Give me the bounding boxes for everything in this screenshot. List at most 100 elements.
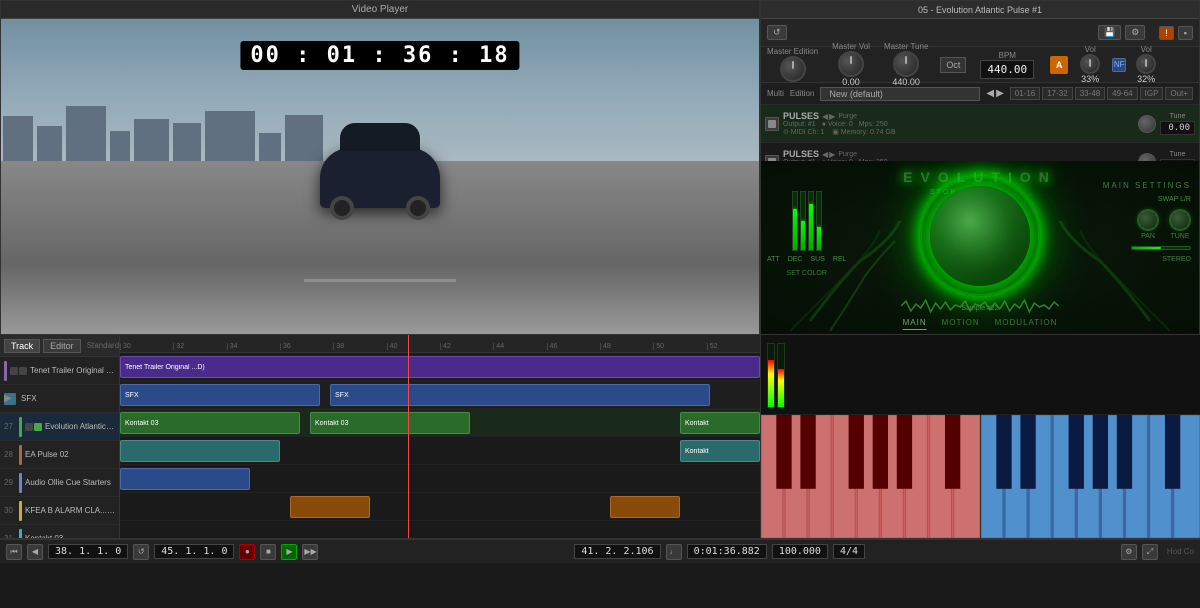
clip-kontakt-3[interactable]: Kontakt [680,412,760,434]
att-meter[interactable] [792,191,798,251]
extra-btn[interactable]: ▪ [1178,26,1193,40]
track-item-evolution[interactable]: 27 Evolution Atlantic Pu...#1 [0,413,119,441]
clip-tenet[interactable]: Tenet Trailer Original ...D) [120,356,760,378]
swap-lr-label[interactable]: SWAP L/R [1158,196,1191,203]
bottom-area: Track Editor Standard Tenet Trailer Orig… [0,335,1200,563]
save-btn[interactable]: 💾 [1098,25,1121,40]
pan-tune-knobs: PAN TUNE [1137,209,1191,240]
refresh-btn[interactable]: ↺ [767,25,787,40]
rel-meter[interactable] [816,191,822,251]
nf-button[interactable]: NF [1112,58,1126,72]
piano-keyboard-area[interactable] [761,415,1200,538]
range-out[interactable]: Out+ [1165,87,1193,100]
bank-selector[interactable]: New (default) [820,87,980,101]
time-sig-display[interactable]: 4/4 [833,544,865,559]
track-icon[interactable] [19,367,27,375]
plugin-title-bar: 05 - Evolution Atlantic Pulse #1 [761,1,1199,19]
clip-ea-pulse-1[interactable] [120,440,280,462]
tab-main[interactable]: MAIN [903,318,927,330]
track-item-sfx[interactable]: ▶ SFX [0,385,119,413]
stop-btn[interactable]: ■ [260,544,276,560]
arr-row-kontakt03 [120,521,760,538]
range-17-32[interactable]: 17-32 [1042,87,1072,100]
play2-btn[interactable]: ▶▶ [302,544,318,560]
vol2-label: Vol [1141,45,1152,54]
range-igp[interactable]: IGP [1140,87,1164,100]
track-item-alarm[interactable]: 30 KFEA B ALARM CLA...33 [0,497,119,525]
master-vol-knob[interactable] [838,51,864,77]
att-label: ATT [767,256,780,263]
tune-knob[interactable] [1169,209,1191,231]
tab-motion[interactable]: MOTION [942,318,980,330]
clip-sfx-1[interactable]: SFX [120,384,320,406]
a-button[interactable]: A [1050,56,1068,74]
stereo-label: STEREO [1162,256,1191,263]
track-icon[interactable] [10,367,18,375]
evolution-orb[interactable] [930,186,1030,286]
timecode-display[interactable]: 0:01:36.882 [687,544,767,559]
range-33-48[interactable]: 33-48 [1075,87,1105,100]
vol-knob[interactable] [1080,54,1100,74]
settings-btn[interactable]: ⚙ [1125,25,1145,40]
sus-meter[interactable] [808,191,814,251]
info-btn[interactable]: ! [1159,26,1174,40]
track-name-ea-pulse: EA Pulse 02 [25,450,115,459]
master-edition-knob[interactable] [780,56,806,82]
playhead-display[interactable]: 41. 2. 2.106 [574,544,660,559]
track-item-ea-pulse[interactable]: 28 EA Pulse 02 [0,441,119,469]
clip-sfx-2[interactable]: SFX [330,384,710,406]
inst-nav-1[interactable]: ◀ ▶ [822,112,835,121]
dec-meter[interactable] [800,191,806,251]
ruler-mark: 38 [333,343,386,350]
loop-btn[interactable]: ↺ [133,544,149,560]
clip-alarm-2[interactable] [610,496,680,518]
tab-track[interactable]: Track [4,339,40,353]
rewind-btn[interactable]: ⏮ [6,544,22,560]
vol2-knob[interactable] [1136,54,1156,74]
set-color-label[interactable]: SET COLOR [787,270,827,277]
ruler-mark: 46 [547,343,600,350]
clip-alarm-1[interactable] [290,496,370,518]
track-icon-green[interactable] [34,423,42,431]
track-num-29: 29 [4,478,16,487]
record-btn[interactable]: ● [239,544,255,560]
position-display[interactable]: 38. 1. 1. 0 [48,544,128,559]
track-item-ollie[interactable]: 29 Audio Ollie Cue Starters [0,469,119,497]
tune-value-1[interactable]: 0.00 [1160,121,1195,135]
prev-bank[interactable]: ◀ [986,88,994,99]
track-item-tenet[interactable]: Tenet Trailer Original ...D) [0,357,119,385]
tempo-display[interactable]: 100.000 [772,544,828,559]
inst-nav-2[interactable]: ◀ ▶ [822,150,835,159]
multi-bank-row: Multi Edition New (default) ◀ ▶ 01-16 17… [761,83,1199,105]
tab-editor[interactable]: Editor [43,339,81,353]
inst-vol-knob-1[interactable] [1138,115,1156,133]
piano-section-low[interactable] [761,415,981,538]
tab-modulation[interactable]: MODULATION [995,318,1058,330]
road-lane [304,279,456,282]
piano-section-high[interactable] [981,415,1200,538]
clip-kontakt-1[interactable]: Kontakt 03 [120,412,300,434]
stereo-slider[interactable] [1131,246,1191,250]
level-meter-r [777,343,785,408]
clip-ollie-1[interactable] [120,468,250,490]
expand-btn[interactable]: ⤢ [1142,544,1158,560]
bpm-display[interactable]: 440.00 [980,60,1034,79]
multi-label: Multi [767,89,784,98]
back-btn[interactable]: ◀ [27,544,43,560]
pan-knob[interactable] [1137,209,1159,231]
master-tune-knob[interactable] [893,51,919,77]
loop-start-display[interactable]: 45. 1. 1. 0 [154,544,234,559]
master-tune-label: Master Tune [884,42,928,51]
play-btn[interactable]: ▶ [281,544,297,560]
track-icon[interactable] [25,423,33,431]
range-01-16[interactable]: 01-16 [1010,87,1040,100]
metronome-btn[interactable]: ♩ [666,544,682,560]
clip-kontakt-4[interactable]: Kontakt [680,440,760,462]
settings-transport-btn[interactable]: ⚙ [1121,544,1137,560]
next-bank[interactable]: ▶ [996,88,1004,99]
clip-kontakt-2[interactable]: Kontakt 03 [310,412,470,434]
video-content[interactable]: 00 : 01 : 36 : 18 [1,19,759,334]
range-49-64[interactable]: 49-64 [1107,87,1137,100]
bank-nav[interactable]: ◀ ▶ [986,88,1003,99]
arrangement[interactable]: 30 32 34 36 38 40 42 44 46 48 50 52 Tene… [120,335,760,538]
